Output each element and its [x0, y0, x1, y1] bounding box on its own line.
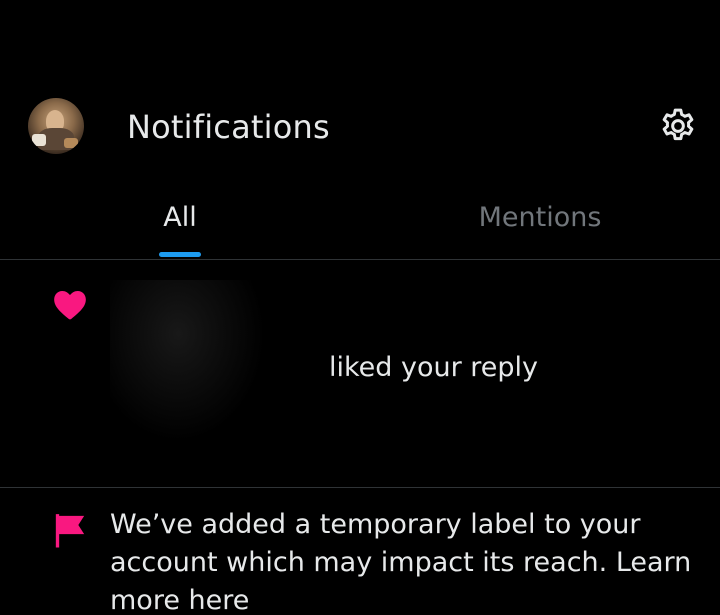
tab-mentions[interactable]: Mentions: [360, 175, 720, 259]
notification-text: liked your reply: [329, 352, 539, 383]
gear-icon: [662, 108, 694, 141]
settings-button[interactable]: [656, 104, 700, 148]
heart-icon: [54, 291, 86, 320]
header: Notifications: [0, 0, 720, 175]
tab-label: Mentions: [478, 201, 602, 233]
avatar[interactable]: [28, 98, 84, 154]
notification-text: We’ve added a temporary label to your ac…: [110, 509, 692, 615]
notification-item-like[interactable]: liked your reply: [0, 260, 720, 488]
tab-all[interactable]: All: [0, 175, 360, 259]
tab-label: All: [163, 201, 197, 233]
flag-icon: [55, 514, 85, 548]
avatar-detail: [32, 134, 46, 146]
notification-item-account-label[interactable]: We’ve added a temporary label to your ac…: [0, 488, 720, 615]
tab-bar: All Mentions: [0, 175, 720, 260]
avatar-detail: [64, 138, 78, 148]
notifications-screen: Notifications All Mentions liked your re…: [0, 0, 720, 615]
redacted-user-avatars: [110, 280, 280, 460]
active-tab-indicator: [159, 252, 201, 257]
page-title: Notifications: [127, 108, 330, 146]
